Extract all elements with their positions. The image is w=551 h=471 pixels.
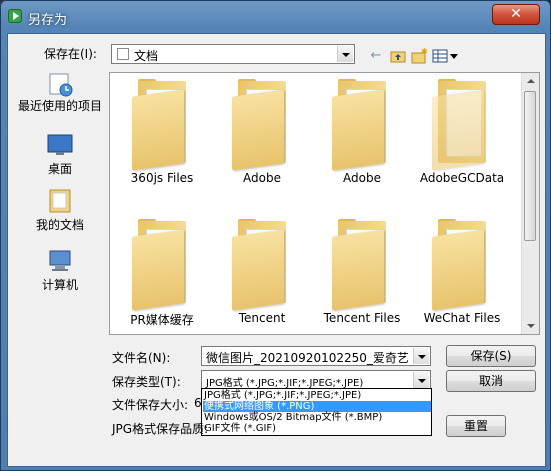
save-in-combo[interactable]: 文档 (111, 44, 355, 64)
recent-items-icon (46, 72, 74, 98)
filesize-value: 6 (194, 396, 202, 410)
folder-icon (332, 79, 392, 171)
place-my-documents[interactable]: 我的文档 (15, 188, 105, 233)
chevron-down-icon[interactable] (413, 372, 429, 388)
close-button[interactable]: ✕ (492, 4, 540, 25)
folder-icon (432, 79, 492, 171)
folder-name: Tencent (238, 311, 286, 325)
filetype-dropdown-list[interactable]: JPG格式 (*.JPG;*.JIF;*.JPEG;*.JPE) 便携式网络图象… (201, 388, 432, 436)
place-recent-label: 最近使用的项目 (17, 99, 102, 113)
save-button[interactable]: 保存(S) (446, 345, 536, 367)
folder-item[interactable]: Tencent (212, 219, 312, 325)
folder-name: Adobe (243, 171, 281, 185)
filename-value: 微信图片_20210920102250_爱奇艺 (206, 351, 409, 365)
scroll-down-icon[interactable] (522, 317, 539, 334)
places-bar: 最近使用的项目 桌面 我的文档 计算机 (15, 72, 105, 362)
folder-name: WeChat Files (423, 311, 501, 325)
app-icon (8, 9, 22, 23)
scroll-up-icon[interactable] (522, 73, 539, 90)
folder-icon (132, 79, 192, 171)
dialog-title: 另存为 (28, 13, 68, 28)
filetype-label: 保存类型(T): (112, 375, 181, 389)
place-recent-items[interactable]: 最近使用的项目 (15, 72, 105, 113)
place-computer[interactable]: 计算机 (15, 248, 105, 293)
folder-name: PR媒体缓存 (130, 313, 194, 327)
svg-text:✱: ✱ (421, 48, 427, 56)
filetype-option[interactable]: Windows或OS/2 Bitmap文件 (*.BMP) (203, 412, 431, 423)
folder-icon (132, 219, 192, 311)
scroll-thumb[interactable] (524, 91, 536, 241)
folder-icon (232, 79, 292, 171)
folder-item[interactable]: Adobe (212, 79, 312, 185)
folder-item[interactable]: AdobeGCData (412, 79, 512, 185)
up-folder-icon[interactable] (390, 48, 406, 64)
dialog-body: 保存在(I): 文档 ← ✱ 最近使用的项目 桌面 我的文档 计算机 360js… (7, 33, 546, 467)
filetype-value: JPG格式 (*.JPG;*.JIF;*.JPEG;*.JPE) (206, 378, 364, 389)
title-bar[interactable]: 另存为 ✕ (0, 0, 551, 33)
folder-icon (432, 219, 492, 311)
reset-button[interactable]: 重置 (446, 415, 506, 437)
folder-icon (232, 219, 292, 311)
views-menu-icon[interactable] (432, 48, 460, 64)
folder-name: Tencent Files (323, 311, 401, 325)
new-folder-icon[interactable]: ✱ (411, 47, 428, 64)
vertical-scrollbar[interactable] (521, 73, 539, 334)
filename-input[interactable]: 微信图片_20210920102250_爱奇艺 (201, 346, 431, 366)
documents-folder-icon (117, 48, 129, 60)
place-my-documents-label: 我的文档 (35, 218, 84, 232)
desktop-icon (46, 132, 74, 158)
place-desktop[interactable]: 桌面 (15, 132, 105, 177)
place-desktop-label: 桌面 (47, 162, 72, 176)
chevron-down-icon[interactable] (413, 348, 429, 364)
save-in-label: 保存在(I): (44, 47, 97, 61)
quality-label: JPG格式保存品质: (112, 422, 209, 436)
filetype-option[interactable]: GIF文件 (*.GIF) (203, 423, 431, 434)
back-arrow-icon[interactable]: ← (368, 48, 384, 64)
folder-item[interactable]: Adobe (312, 79, 412, 185)
filesize-label: 文件保存大小: (112, 398, 189, 412)
folder-name: Adobe (343, 171, 381, 185)
folder-item[interactable]: PR媒体缓存 (112, 219, 212, 328)
filetype-option[interactable]: JPG格式 (*.JPG;*.JIF;*.JPEG;*.JPE) (203, 390, 431, 401)
filetype-select[interactable]: JPG格式 (*.JPG;*.JIF;*.JPEG;*.JPE) (201, 370, 431, 390)
save-as-dialog: 另存为 ✕ 保存在(I): 文档 ← ✱ 最近使用的项目 桌面 我的文档 计算机… (0, 0, 551, 471)
file-list[interactable]: 360js Files Adobe Adobe AdobeGCData PR媒体… (109, 72, 540, 335)
my-documents-icon (46, 188, 74, 214)
place-computer-label: 计算机 (41, 278, 78, 292)
filetype-option-selected[interactable]: 便携式网络图象 (*.PNG) (203, 401, 431, 412)
cancel-button[interactable]: 取消 (446, 370, 536, 392)
folder-name: AdobeGCData (419, 171, 505, 185)
folder-item[interactable]: 360js Files (112, 79, 212, 185)
folder-name: 360js Files (130, 171, 194, 185)
chevron-down-icon[interactable] (337, 46, 353, 62)
folder-item[interactable]: Tencent Files (312, 219, 412, 325)
folder-icon (332, 219, 392, 311)
filename-label: 文件名(N): (112, 351, 171, 365)
save-in-value: 文档 (134, 49, 159, 63)
folder-item[interactable]: WeChat Files (412, 219, 512, 325)
computer-icon (46, 248, 74, 274)
